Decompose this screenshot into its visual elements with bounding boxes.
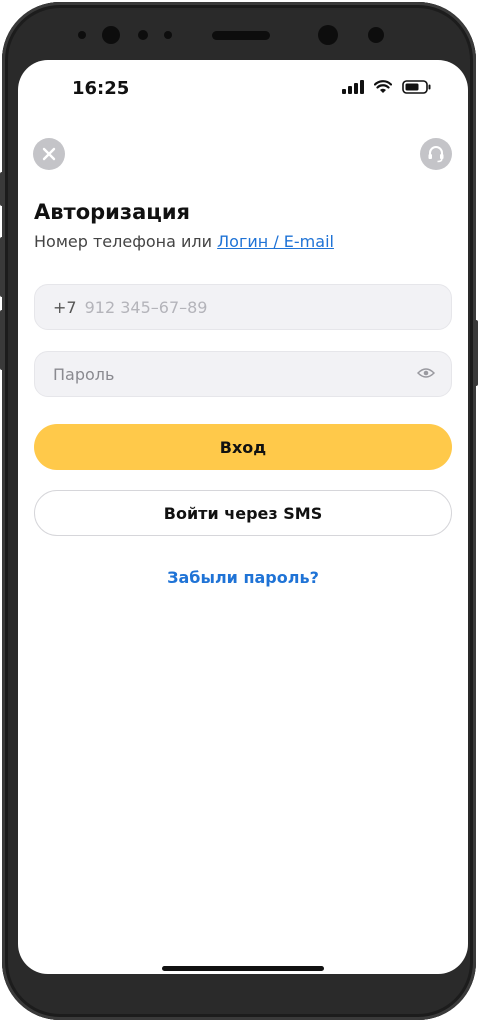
side-button bbox=[0, 310, 4, 370]
forgot-password-link[interactable]: Забыли пароль? bbox=[18, 568, 468, 587]
phone-country-code: +7 bbox=[53, 297, 77, 317]
headset-icon bbox=[428, 146, 444, 163]
side-button bbox=[474, 320, 478, 386]
login-email-link[interactable]: Логин / E-mail bbox=[217, 232, 334, 251]
login-method-hint: Номер телефона или Логин / E-mail bbox=[34, 232, 334, 251]
sms-login-button[interactable]: Войти через SMS bbox=[34, 490, 452, 536]
cellular-signal-icon bbox=[342, 80, 364, 94]
sensor-dot bbox=[138, 30, 148, 40]
side-button bbox=[0, 172, 4, 206]
sensor-dot bbox=[78, 31, 86, 39]
front-sensors bbox=[62, 20, 417, 54]
status-time: 16:25 bbox=[72, 78, 130, 99]
phone-placeholder: 912 345–67–89 bbox=[84, 297, 208, 317]
sensor-dot bbox=[164, 31, 172, 39]
status-bar: 16:25 bbox=[18, 60, 468, 118]
front-camera bbox=[318, 25, 338, 45]
wifi-icon bbox=[374, 80, 392, 93]
login-button[interactable]: Вход bbox=[34, 424, 452, 470]
support-button[interactable] bbox=[420, 138, 452, 170]
battery-icon bbox=[402, 80, 431, 94]
home-indicator[interactable] bbox=[162, 966, 324, 971]
side-button bbox=[0, 237, 4, 297]
subtitle-text: Номер телефона или bbox=[34, 232, 218, 251]
password-input[interactable]: Пароль bbox=[34, 351, 452, 397]
show-password-icon[interactable] bbox=[417, 366, 435, 380]
screen: 16:25 Авторизация Номер телефона или Лог… bbox=[18, 60, 468, 974]
phone-frame: 16:25 Авторизация Номер телефона или Лог… bbox=[0, 2, 478, 1020]
page-title: Авторизация bbox=[34, 200, 191, 224]
close-icon bbox=[42, 147, 56, 161]
sensor-dot bbox=[368, 27, 384, 43]
phone-input[interactable]: +7 912 345–67–89 bbox=[34, 284, 452, 330]
close-button[interactable] bbox=[33, 138, 65, 170]
front-camera bbox=[102, 26, 120, 44]
earpiece-speaker bbox=[212, 31, 270, 40]
password-placeholder: Пароль bbox=[53, 364, 115, 384]
